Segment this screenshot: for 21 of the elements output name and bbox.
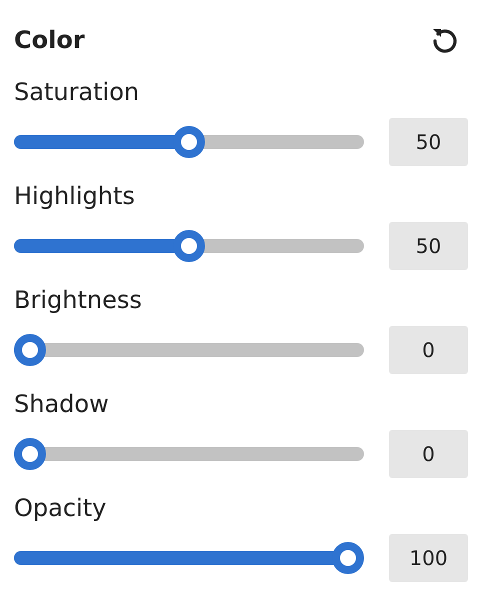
slider-thumb[interactable] — [14, 334, 46, 366]
value-field[interactable]: 50 — [389, 118, 468, 166]
slider-thumb[interactable] — [332, 542, 364, 574]
slider[interactable] — [14, 438, 364, 470]
slider-thumb[interactable] — [173, 230, 205, 262]
slider[interactable] — [14, 126, 364, 158]
value-field[interactable]: 0 — [389, 430, 468, 478]
value-field[interactable]: 100 — [389, 534, 468, 582]
slider-label: Highlights — [14, 181, 135, 212]
slider[interactable] — [14, 334, 364, 366]
slider-label: Shadow — [14, 389, 109, 420]
slider-label: Saturation — [14, 77, 140, 108]
value-field[interactable]: 50 — [389, 222, 468, 270]
slider[interactable] — [14, 542, 364, 574]
panel-title: Color — [14, 26, 85, 54]
slider-label: Opacity — [14, 493, 106, 524]
slider-thumb[interactable] — [14, 438, 46, 470]
value-field[interactable]: 0 — [389, 326, 468, 374]
slider-thumb[interactable] — [173, 126, 205, 158]
slider-label: Brightness — [14, 285, 142, 316]
slider[interactable] — [14, 230, 364, 262]
